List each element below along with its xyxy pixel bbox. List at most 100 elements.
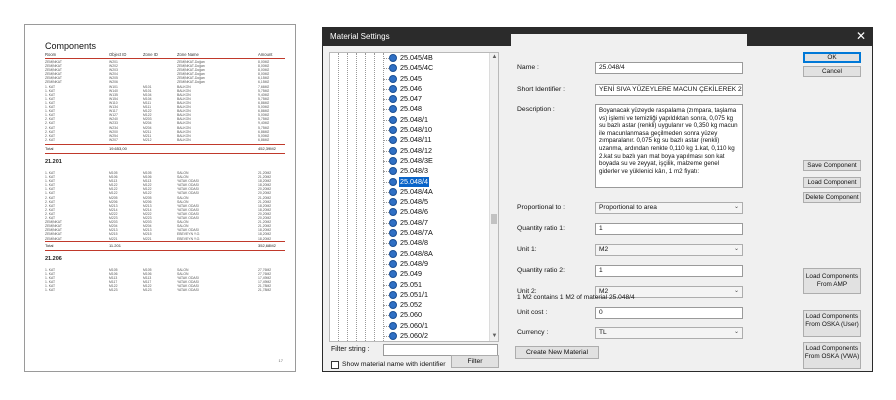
short-identifier-label: Short Identifier : [517, 86, 565, 93]
filter-button[interactable]: Filter [451, 355, 499, 368]
material-node-icon [389, 115, 397, 124]
total-cell: Total [45, 243, 54, 248]
tree-item[interactable]: 25.047 [383, 94, 498, 104]
quantity-ratio-2-field[interactable]: 1 [595, 265, 743, 277]
proportional-label: Proportional to : [517, 204, 565, 211]
close-icon[interactable]: ✕ [856, 29, 866, 43]
unit-cost-label: Unit cost : [517, 309, 548, 316]
tree-item[interactable]: 25.060 [383, 310, 498, 320]
tree-item[interactable]: 25.048/10 [383, 125, 498, 135]
save-component-button[interactable]: Save Component [803, 160, 861, 171]
tree-item[interactable]: 25.060/1 [383, 321, 498, 331]
scroll-thumb[interactable] [491, 214, 497, 224]
tree-item[interactable]: 25.048/9 [383, 259, 498, 269]
total-cell: 19.653,00 [109, 146, 127, 151]
currency-select[interactable]: TL ⌄ [595, 327, 743, 339]
table-cell: BALKON [177, 137, 191, 142]
tree-guide-line [347, 53, 348, 341]
short-identifier-field[interactable]: YENİ SIVA YÜZEYLERE MACUN ÇEKİLEREK 2 KA… [595, 84, 743, 96]
report-total-rule-2 [45, 241, 285, 242]
delete-component-button[interactable]: Delete Component [803, 192, 861, 203]
material-node-icon [389, 321, 397, 330]
table-cell: 2. KAT [45, 137, 56, 142]
tree-guide-line [356, 53, 357, 341]
chevron-down-icon: ⌄ [733, 329, 739, 335]
material-tree[interactable]: 25.045/4B 25.045/4C 25.045 25.046 25.047 25.0… [329, 52, 499, 342]
tree-item[interactable]: 25.052 [383, 300, 498, 310]
tree-item[interactable]: 25.046 [383, 83, 498, 94]
show-identifier-checkbox[interactable] [331, 361, 339, 369]
tree-item[interactable]: 25.045/4C [383, 63, 498, 73]
cancel-button[interactable]: Cancel [803, 66, 861, 77]
tree-item[interactable]: 25.048/3E [383, 156, 498, 166]
table-cell: W207 [109, 137, 118, 142]
tree-item[interactable]: 25.060/2 [383, 331, 498, 341]
load-from-oska-user-button[interactable]: Load Components From OSKA (User) [803, 310, 861, 337]
material-node-icon [389, 259, 397, 268]
tree-item[interactable]: 25.048 [383, 104, 498, 114]
scroll-up-icon[interactable]: ▲ [490, 53, 498, 62]
tree-item[interactable]: 25.048/6 [383, 207, 498, 217]
tree-item-label: 25.060/3 [399, 341, 429, 342]
name-label: Name : [517, 64, 539, 71]
tree-scrollbar[interactable]: ▲ ▼ [489, 53, 498, 341]
material-node-icon [389, 249, 397, 258]
tree-item[interactable]: 25.048/7A [383, 228, 498, 238]
tree-item[interactable]: 25.048/4A [383, 187, 498, 197]
table-cell: M221 [109, 236, 118, 241]
report-section-2: 1. KAT M105 M105 SALON 21,20M2 1. KAT M106 M106… [45, 171, 285, 241]
load-from-oska-vwa-button[interactable]: Load Components From OSKA (VWA) [803, 342, 861, 369]
dialog-title: Material Settings [330, 32, 390, 41]
load-from-amp-button[interactable]: Load Components From AMP [803, 268, 861, 294]
unit-1-select[interactable]: M2 ⌄ [595, 244, 743, 256]
tree-item[interactable]: 25.051/1 [383, 290, 498, 300]
tree-item-label: 25.060 [400, 310, 422, 320]
tree-item-label: 25.049 [400, 269, 422, 279]
tree-item[interactable]: 25.048/7 [383, 218, 498, 228]
tree-item-label: 25.048/3 [400, 166, 428, 176]
description-label: Description : [517, 106, 555, 113]
currency-label: Currency : [517, 329, 549, 336]
ok-button[interactable]: OK [803, 52, 861, 63]
tree-item-label: 25.048/12 [400, 145, 432, 155]
tree-item[interactable]: 25.048/11 [383, 135, 498, 145]
load-component-button[interactable]: Load Component [803, 177, 861, 188]
tree-item[interactable]: 25.048/3 [383, 166, 498, 176]
tree-item[interactable]: 25.060/3 [389, 341, 499, 342]
tree-item[interactable]: 25.048/5 [383, 197, 498, 207]
report-page: Components Room Object ID Zone ID Zone N… [24, 24, 296, 372]
tree-item[interactable]: 25.045 [383, 74, 498, 84]
material-node-icon [389, 301, 397, 310]
proportional-select[interactable]: Proportional to area ⌄ [595, 202, 743, 214]
material-node-icon [389, 198, 397, 207]
tree-item[interactable]: 25.048/8A [383, 249, 498, 259]
name-field[interactable]: 25.048/4 [595, 62, 743, 74]
unit-cost-field[interactable]: 0 [595, 307, 743, 319]
tree-item-label: 25.048/11 [400, 135, 432, 145]
tree-item-label: 25.048/6 [400, 207, 428, 217]
create-new-material-button[interactable]: Create New Material [515, 346, 599, 359]
tree-item-label: 25.046 [400, 83, 422, 93]
total-cell: 11.201 [109, 243, 121, 248]
table-row: 2. KAT W207 M212 BALKON 6,86M2 [45, 138, 285, 142]
tree-item[interactable]: 25.048/8 [383, 238, 498, 248]
proportional-value: Proportional to area [599, 204, 657, 211]
tree-item[interactable]: 25.048/12 [383, 145, 498, 156]
show-identifier-label: Show material name with identifier [342, 361, 446, 368]
material-node-icon [389, 95, 397, 104]
scroll-down-icon[interactable]: ▼ [490, 332, 498, 341]
tree-item[interactable]: 25.048/4 [383, 176, 498, 187]
tree-item[interactable]: 25.045/4B [383, 53, 498, 63]
table-cell: M123 [109, 288, 118, 293]
description-textarea[interactable]: Boyanacak yüzeyde raspalama (zımpara, ta… [595, 104, 743, 188]
tree-item[interactable]: 25.051 [383, 280, 498, 290]
table-cell: 1. KAT [45, 288, 56, 293]
quantity-ratio-1-field[interactable]: 1 [595, 223, 743, 235]
material-node-icon [389, 126, 397, 135]
currency-value: TL [599, 329, 607, 336]
report-total-rule-2b [45, 250, 285, 251]
properties-panel: Name : 25.048/4 Short Identifier : YENİ … [511, 34, 747, 369]
tree-item[interactable]: 25.048/1 [383, 115, 498, 125]
tree-item[interactable]: 25.049 [383, 269, 498, 279]
tree-item-label: 25.045/4C [400, 63, 434, 73]
